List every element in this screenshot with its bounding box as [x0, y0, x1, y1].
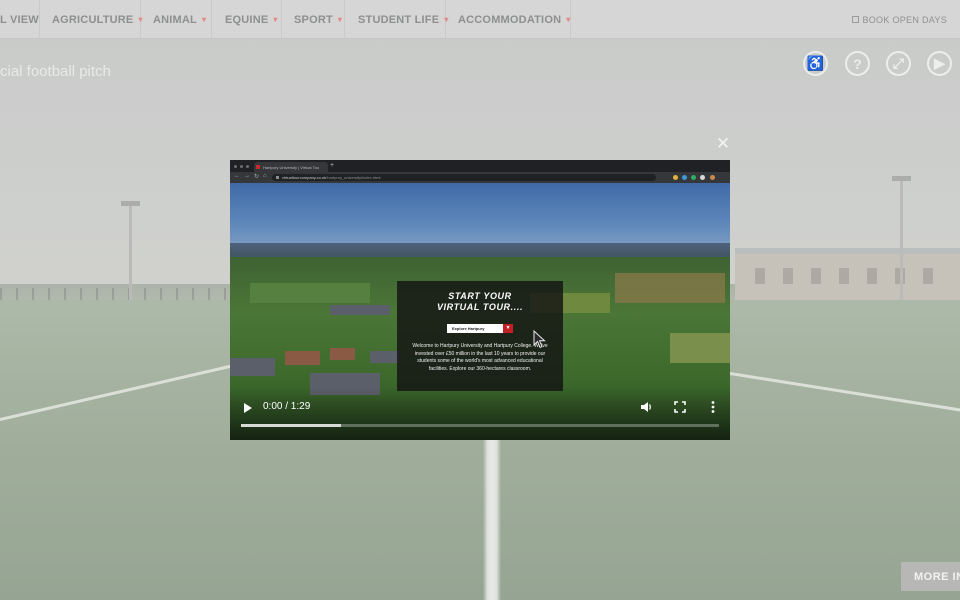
lock-icon: [276, 176, 279, 179]
chevron-down-icon: ▾: [566, 15, 571, 24]
nav-item-label: STUDENT LIFE: [358, 13, 440, 26]
video-controls: [230, 388, 730, 440]
footage-building: [370, 351, 400, 363]
chevron-down-icon: ▾: [138, 15, 143, 24]
play-icon[interactable]: [244, 403, 252, 413]
footage-building: [330, 348, 355, 360]
video-buffer-fill: [241, 424, 342, 427]
footage-sky: [230, 183, 730, 251]
forward-arrow-icon: →: [244, 173, 250, 179]
scene-title: cial football pitch: [0, 63, 111, 80]
tour-headline: START YOUR VIRTUAL TOUR....: [397, 291, 563, 313]
book-open-days-link[interactable]: BOOK OPEN DAYS: [852, 0, 947, 39]
video-time: 0:00 / 1:29: [263, 401, 311, 412]
home-icon: ⌂: [263, 173, 267, 179]
footage-field: [615, 273, 725, 303]
video-player[interactable]: Hartpury University | Virtual Tou + ← → …: [230, 160, 730, 440]
window-dot-icon: [234, 165, 237, 168]
browser-tab-strip: Hartpury University | Virtual Tou +: [230, 160, 730, 172]
nav-item-equine[interactable]: EQUINE ▾: [225, 0, 282, 39]
chevron-down-icon: ▾: [273, 15, 278, 24]
avatar: [710, 175, 715, 180]
extension-icon: [682, 175, 687, 180]
url-host: virtualtourcompany.co.uk: [282, 175, 327, 180]
book-open-days-label: BOOK OPEN DAYS: [862, 14, 947, 25]
back-arrow-icon: ←: [234, 173, 240, 179]
footage-building: [330, 305, 390, 315]
mouse-cursor-icon: [533, 329, 546, 349]
accessibility-icon[interactable]: ♿: [803, 51, 828, 76]
chevron-down-icon: ▼: [503, 324, 513, 333]
browser-address-bar: ← → ↻ ⌂ virtualtourcompany.co.uk/hartpur…: [230, 172, 730, 183]
new-tab-icon: +: [330, 162, 335, 169]
fullscreen-icon[interactable]: ⤢: [886, 51, 911, 76]
url-path: /hartpury_university/index.html: [326, 175, 381, 180]
nav-item-animal[interactable]: ANIMAL ▾: [153, 0, 212, 39]
chevron-down-icon: ▾: [337, 15, 343, 24]
nav-item-label: EQUINE: [225, 13, 269, 26]
chevron-down-icon: ▾: [444, 15, 449, 24]
footage-building: [285, 351, 320, 365]
window-dot-icon: [246, 165, 249, 168]
top-navigation: L VIEW AGRICULTURE ▾ ANIMAL ▾ EQUINE ▾ S…: [0, 0, 960, 39]
extension-icon: [700, 175, 705, 180]
tour-headline-line-1: START YOUR: [448, 291, 512, 301]
nav-item-accommodation[interactable]: ACCOMMODATION ▾: [458, 0, 571, 39]
nav-item-label: SPORT: [294, 13, 333, 26]
nav-item-360-view[interactable]: L VIEW: [0, 0, 40, 39]
play-circle-icon[interactable]: ▶: [927, 51, 952, 76]
nav-item-label: ANIMAL: [153, 13, 197, 26]
fullscreen-icon[interactable]: [673, 400, 687, 414]
footage-field: [670, 333, 730, 363]
nav-item-label: AGRICULTURE: [52, 13, 134, 26]
footage-building: [230, 358, 275, 376]
nav-item-sport[interactable]: SPORT ▾: [294, 0, 345, 39]
footage-field: [250, 283, 370, 303]
more-info-label: MORE IN: [914, 570, 960, 583]
nav-item-student-life[interactable]: STUDENT LIFE ▾: [358, 0, 449, 39]
nav-item-label: ACCOMMODATION: [458, 13, 562, 26]
video-progress-bar[interactable]: [241, 424, 719, 427]
nav-item-agriculture[interactable]: AGRICULTURE ▾: [52, 0, 143, 39]
window-dot-icon: [240, 165, 243, 168]
volume-icon[interactable]: [639, 400, 653, 414]
chevron-down-icon: ▾: [201, 15, 207, 24]
help-icon[interactable]: ?: [845, 51, 870, 76]
close-icon[interactable]: ✕: [715, 135, 731, 152]
browser-tab-title: Hartpury University | Virtual Tou: [263, 165, 320, 170]
more-info-button[interactable]: MORE IN: [901, 562, 960, 591]
extension-icon: [691, 175, 696, 180]
extension-icon: [673, 175, 678, 180]
explore-select: Explore Hartpury: [447, 324, 503, 333]
browser-tab: Hartpury University | Virtual Tou: [254, 162, 328, 172]
reload-icon: ↻: [254, 174, 260, 180]
browser-url: virtualtourcompany.co.uk/hartpury_univer…: [272, 174, 656, 181]
favicon-icon: [256, 165, 260, 169]
tour-headline-line-2: VIRTUAL TOUR....: [436, 302, 524, 312]
tour-intro-text: Welcome to Hartpury University and Hartp…: [412, 343, 548, 372]
nav-item-label: L VIEW: [0, 13, 39, 26]
calendar-icon: [852, 16, 860, 23]
more-options-icon[interactable]: [706, 400, 720, 414]
